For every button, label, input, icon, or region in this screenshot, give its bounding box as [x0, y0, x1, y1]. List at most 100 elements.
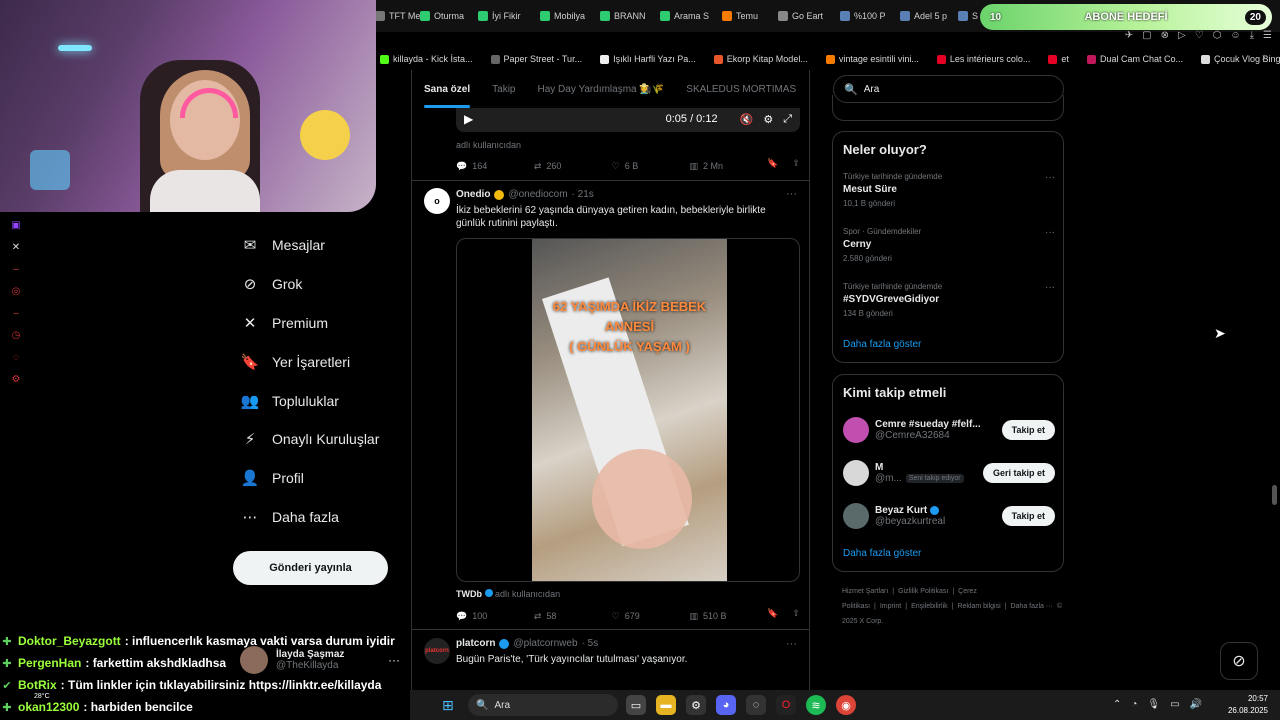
nav-item-mail[interactable]: ✉ Mesajlar — [240, 226, 379, 265]
bookmark-item[interactable]: Dual Cam Chat Co... — [1086, 50, 1183, 68]
footer-link[interactable]: Gizlilik Politikası — [898, 588, 948, 595]
tweet-handle[interactable]: @onediocom — [508, 189, 567, 200]
bookmark-icon[interactable]: 🔖 — [767, 158, 778, 174]
trend-item[interactable]: Türkiye tarihinde gündemde Mesut Süre 10,1… — [843, 172, 1055, 208]
nav-item-communities[interactable]: 👥 Topluluklar — [240, 381, 379, 420]
chat-username[interactable]: Doktor_Beyazgott — [18, 634, 121, 648]
trend-item[interactable]: Türkiye tarihinde gündemde #SYDVGreveGidi… — [843, 282, 1055, 318]
play-icon[interactable]: ▶ — [464, 112, 473, 126]
share-icon[interactable]: ⇪ — [792, 608, 800, 624]
bookmark-item[interactable]: killayda - Kick İsta... — [380, 50, 473, 68]
chrome-icon[interactable]: ◉ — [836, 695, 856, 715]
play-icon[interactable]: ▷ — [1178, 30, 1186, 41]
download-icon[interactable]: ⤓ — [1250, 30, 1254, 41]
browser-tab[interactable]: Go Eart — [778, 6, 823, 26]
footer-link[interactable]: Hizmet Şartları — [842, 588, 888, 595]
nav-item-profile[interactable]: 👤 Profil — [240, 459, 379, 498]
tray-app-icon[interactable]: ◔ — [1131, 699, 1137, 710]
chat-username[interactable]: BotRix — [18, 678, 57, 692]
tweet-handle[interactable]: @platcornweb — [513, 638, 577, 649]
feed-tab[interactable]: Sana özel — [424, 70, 471, 108]
taskbar-clock[interactable]: 20:57 26.08.2025 — [1228, 693, 1268, 717]
chat-icon[interactable]: ◌ — [8, 352, 24, 374]
bookmark-item[interactable]: vintage esintili vini... — [825, 50, 919, 68]
spotify-icon[interactable]: ≋ — [806, 695, 826, 715]
trend-more-icon[interactable]: ··· — [1045, 227, 1055, 238]
browser-tab[interactable]: İyi Fikir — [478, 6, 521, 26]
source-name[interactable]: TWDb — [456, 589, 482, 599]
menu-icon[interactable]: ☰ — [1263, 30, 1272, 41]
nav-item-x-premium[interactable]: ✕ Premium — [240, 304, 379, 343]
fullscreen-icon[interactable]: ⤢ — [783, 113, 792, 126]
heart-icon[interactable]: ♡ — [1195, 30, 1204, 41]
bookmark-item[interactable]: Çocuk Vlog Bingosu — [1200, 50, 1280, 68]
file-explorer-icon[interactable]: ▬ — [656, 695, 676, 715]
close-tab-icon[interactable]: ⊗ — [1161, 30, 1169, 41]
nav-item-lightning[interactable]: ⚡ Onaylı Kuruluşlar — [240, 420, 380, 459]
tweet-author[interactable]: Onedio — [456, 189, 490, 200]
browser-tab[interactable]: %100 P — [840, 6, 886, 26]
nav-item-more-circle[interactable]: ⋯ Daha fazla — [240, 498, 379, 537]
bookmark-item[interactable]: Les intérieurs colo... — [936, 50, 1030, 68]
trend-more-icon[interactable]: ··· — [1045, 172, 1055, 183]
twitch-icon[interactable]: ▣ — [8, 220, 24, 242]
browser-tab[interactable]: Mobilya — [540, 6, 585, 26]
follow-button[interactable]: Takip et — [1001, 420, 1055, 440]
tweet-time[interactable]: · 21s — [572, 189, 594, 200]
footer-link[interactable]: Erişilebilirlik — [911, 603, 948, 610]
browser-tab[interactable]: Adel 5 p — [900, 6, 947, 26]
avatar[interactable] — [843, 417, 869, 443]
tweet-time[interactable]: · 5s — [582, 638, 599, 649]
settings-icon[interactable]: ⚙ — [686, 695, 706, 715]
reply-button[interactable]: 💬 100 — [456, 608, 534, 624]
follow-name-row[interactable]: M — [875, 462, 983, 473]
footer-link[interactable]: Imprint — [880, 603, 901, 610]
browser-tab[interactable]: S — [958, 6, 978, 26]
network-icon[interactable]: ▭ — [1170, 699, 1179, 710]
settings-icon[interactable]: ⚙ — [8, 374, 24, 396]
bookmark-icon[interactable]: 🔖 — [767, 608, 778, 624]
scrollbar[interactable] — [1272, 485, 1277, 505]
extension-icon[interactable]: ✈ — [1125, 30, 1133, 41]
chevron-up-icon[interactable]: ⌃ — [1113, 699, 1121, 710]
browser-tab[interactable]: Oturma — [420, 6, 464, 26]
chat-username[interactable]: PergenHan — [18, 656, 81, 670]
trend-item[interactable]: Spor · Gündemdekiler Cerny 2.580 gönderi ··… — [843, 227, 1055, 263]
x-logo-icon[interactable]: ✕ — [8, 242, 24, 264]
bookmarks-more-button[interactable]: › — [1262, 52, 1265, 63]
clock-icon[interactable]: ◷ — [8, 330, 24, 352]
bookmark-item[interactable]: Işıklı Harfli Yazı Pa... — [600, 50, 696, 68]
app-icon[interactable]: ◌ — [746, 695, 766, 715]
browser-tab[interactable]: Temu — [722, 6, 758, 26]
task-view-icon[interactable]: ▭ — [626, 695, 646, 715]
tweet-avatar[interactable]: platcorn — [424, 638, 450, 664]
views-button[interactable]: ▥ 510 B — [689, 608, 767, 624]
tweet-more-icon[interactable]: ··· — [786, 188, 797, 200]
windows-start-icon[interactable]: ⊞ — [442, 697, 454, 714]
footer-link[interactable]: Reklam bilgisi — [957, 603, 1000, 610]
browser-tab[interactable]: TFT Me — [375, 6, 420, 26]
chat-username[interactable]: okan12300 — [18, 700, 79, 714]
nav-item-grok[interactable]: ⊘ Grok — [240, 265, 379, 304]
follow-button[interactable]: Geri takip et — [982, 463, 1055, 483]
avatar[interactable] — [843, 503, 869, 529]
footer-link[interactable]: Daha fazla ··· — [1010, 603, 1052, 610]
profile-icon[interactable]: ☺ — [1230, 30, 1240, 41]
nav-item-bookmark[interactable]: 🔖 Yer İşaretleri — [240, 342, 379, 381]
settings-icon[interactable]: ⚙ — [763, 113, 773, 126]
screenshot-icon[interactable]: ▢ — [1142, 30, 1151, 41]
grok-floating-button[interactable]: ⊘ — [1220, 642, 1258, 680]
feed-tab[interactable]: Takip — [492, 70, 515, 108]
trends-show-more-link[interactable]: Daha fazla göster — [843, 339, 921, 350]
feed-tab[interactable]: Hay Day Yardımlaşma 👩‍🌾🌾 — [538, 70, 665, 108]
feed-tab[interactable]: SKALEDUS MORTIMAS — [686, 70, 796, 108]
views-button[interactable]: ▥ 2 Mn — [689, 158, 767, 174]
volume-icon[interactable]: 🔊 — [1190, 699, 1202, 710]
mute-icon[interactable]: 🔇 — [740, 113, 754, 126]
like-button[interactable]: ♡ 6 B — [612, 158, 690, 174]
tweet-more-icon[interactable]: ··· — [786, 638, 797, 650]
bookmark-item[interactable]: Ekorp Kitap Model... — [713, 50, 808, 68]
avatar[interactable] — [843, 460, 869, 486]
post-button[interactable]: Gönderi yayınla — [233, 551, 388, 585]
target-icon[interactable]: ◎ — [8, 286, 24, 308]
